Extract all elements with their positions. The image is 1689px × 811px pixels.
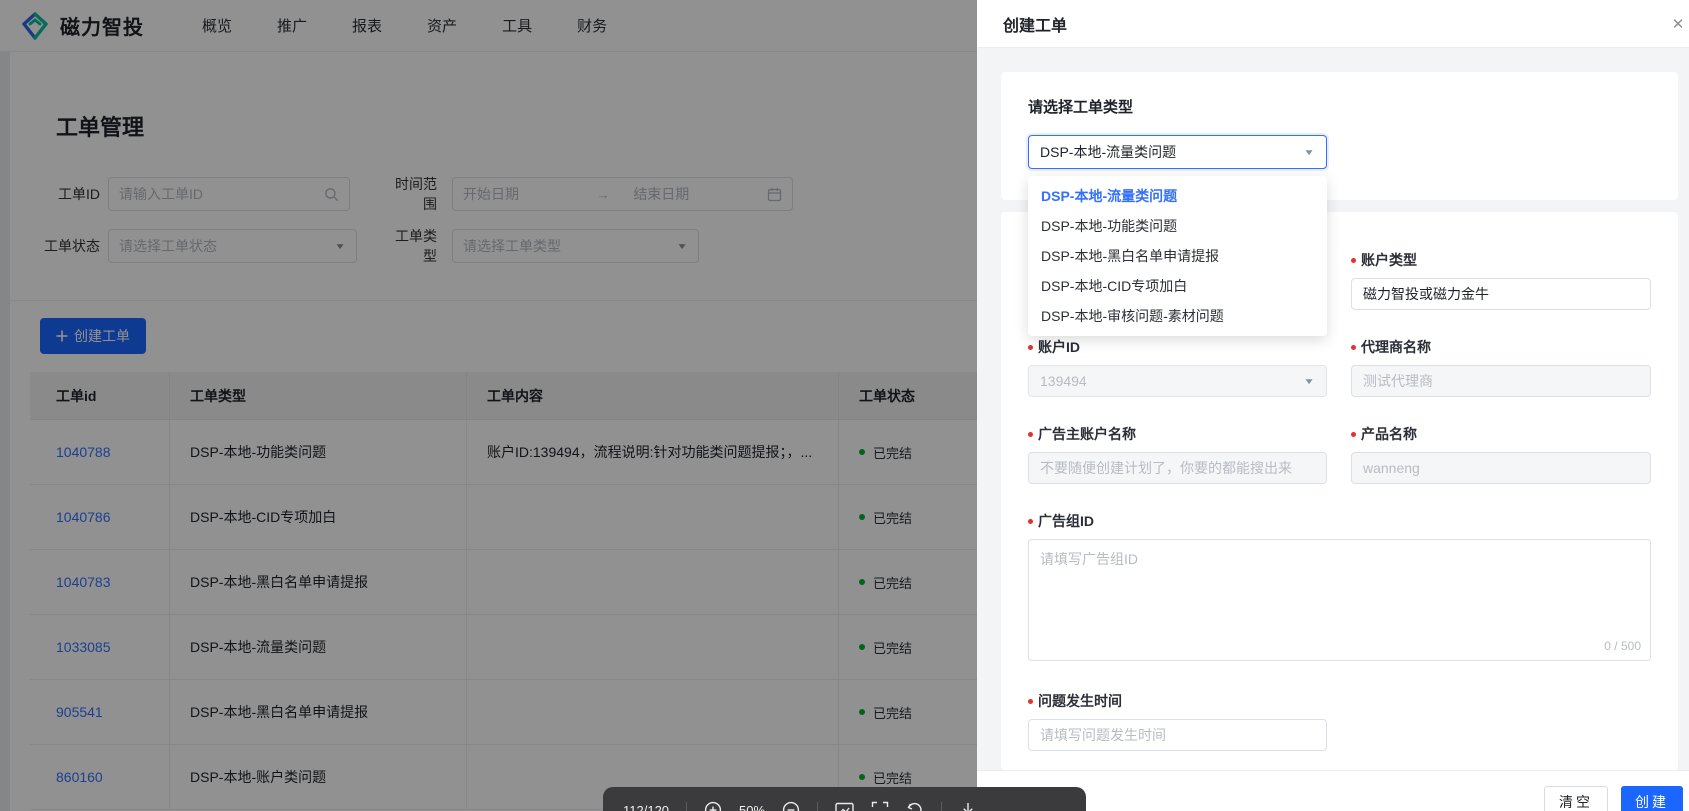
char-counter: 0 / 500 — [1604, 639, 1641, 653]
drawer-header: 创建工单 ✕ — [977, 0, 1689, 48]
account-id-value: 139494 — [1040, 373, 1087, 389]
dropdown-option[interactable]: DSP-本地-CID专项加白 — [1028, 271, 1327, 301]
agent-name-input[interactable] — [1351, 365, 1651, 397]
fit-screen-icon[interactable] — [835, 802, 854, 811]
product-name-label: 产品名称 — [1361, 426, 1417, 442]
account-type-input[interactable] — [1351, 278, 1651, 310]
toolbar-divider — [817, 802, 819, 811]
required-dot-icon — [1351, 257, 1356, 263]
toolbar-divider — [686, 802, 688, 811]
zoom-level: 50% — [739, 802, 766, 811]
work-order-type-value: DSP-本地-流量类问题 — [1040, 144, 1177, 160]
ad-group-textarea[interactable] — [1028, 539, 1651, 661]
ad-group-label: 广告组ID — [1038, 513, 1094, 529]
dropdown-option[interactable]: DSP-本地-流量类问题 — [1028, 181, 1327, 211]
problem-time-field: 问题发生时间 — [1028, 691, 1651, 751]
account-id-select[interactable]: 139494 ▼ — [1028, 365, 1327, 397]
fullscreen-icon[interactable] — [871, 801, 889, 811]
dropdown-option[interactable]: DSP-本地-功能类问题 — [1028, 211, 1327, 241]
problem-time-input[interactable] — [1028, 719, 1327, 751]
required-dot-icon — [1351, 344, 1356, 350]
account-type-field: 账户类型 — [1351, 250, 1651, 310]
required-dot-icon — [1351, 431, 1356, 437]
required-dot-icon — [1028, 344, 1033, 350]
toolbar-divider — [941, 802, 943, 811]
page-indicator: 112/120 — [623, 802, 670, 811]
problem-time-label: 问题发生时间 — [1038, 693, 1122, 709]
drawer-title: 创建工单 — [1003, 17, 1068, 35]
chevron-down-icon: ▼ — [1303, 376, 1315, 386]
zoom-out-icon[interactable] — [782, 801, 800, 811]
account-id-field: 账户ID 139494 ▼ — [1028, 337, 1327, 397]
product-name-input[interactable] — [1351, 452, 1651, 484]
download-icon[interactable] — [959, 801, 977, 811]
advertiser-name-input[interactable] — [1028, 452, 1327, 484]
ad-group-field: 广告组ID 0 / 500 — [1028, 511, 1651, 661]
close-icon[interactable]: ✕ — [1669, 15, 1687, 33]
image-viewer-toolbar: 112/120 50% — [603, 787, 1086, 811]
type-dropdown-menu: DSP-本地-流量类问题 DSP-本地-功能类问题 DSP-本地-黑白名单申请提… — [1028, 176, 1327, 336]
work-order-type-select[interactable]: DSP-本地-流量类问题 ▼ — [1028, 135, 1327, 169]
rotate-left-icon[interactable] — [906, 801, 924, 811]
dropdown-option[interactable]: DSP-本地-审核问题-素材问题 — [1028, 301, 1327, 331]
advertiser-name-field: 广告主账户名称 — [1028, 424, 1327, 484]
type-section-label: 请选择工单类型 — [1028, 99, 1134, 116]
account-id-label: 账户ID — [1038, 339, 1080, 355]
clear-button[interactable]: 清空 — [1544, 786, 1608, 811]
chevron-down-icon: ▼ — [1303, 147, 1315, 157]
required-dot-icon — [1028, 518, 1033, 524]
create-button[interactable]: 创建 — [1621, 786, 1683, 811]
dropdown-option[interactable]: DSP-本地-黑白名单申请提报 — [1028, 241, 1327, 271]
agent-name-label: 代理商名称 — [1361, 339, 1431, 355]
zoom-in-icon[interactable] — [704, 801, 722, 811]
account-type-label: 账户类型 — [1361, 252, 1417, 268]
required-dot-icon — [1028, 431, 1033, 437]
agent-name-field: 代理商名称 — [1351, 337, 1651, 397]
required-dot-icon — [1028, 698, 1033, 704]
create-work-order-drawer: 创建工单 ✕ 请选择工单类型 DSP-本地-流量类问题 ▼ 账户类型 账户ID … — [977, 0, 1689, 811]
product-name-field: 产品名称 — [1351, 424, 1651, 484]
advertiser-name-label: 广告主账户名称 — [1038, 426, 1136, 442]
